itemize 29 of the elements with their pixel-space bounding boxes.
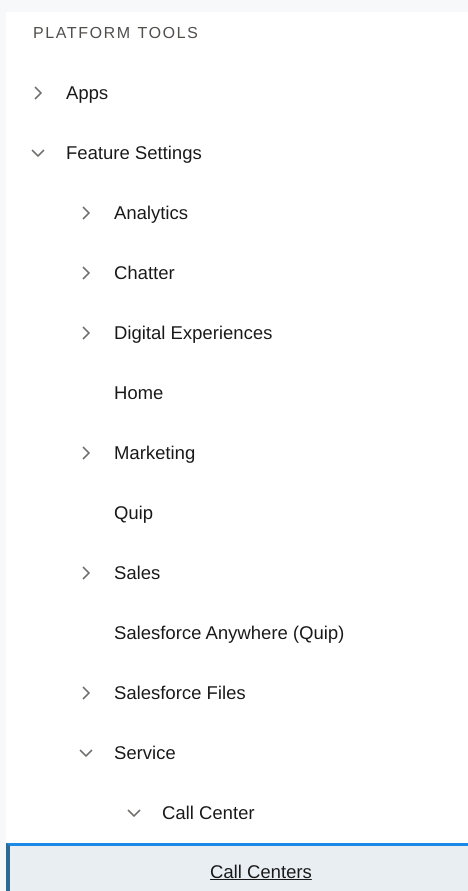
tree-item-label[interactable]: Apps	[66, 82, 108, 104]
tree-item-label[interactable]: Salesforce Files	[114, 682, 246, 704]
tree-item-label[interactable]: Call Center	[162, 802, 255, 824]
tree-row[interactable]: Service	[6, 723, 468, 783]
tree-row[interactable]: Sales	[6, 543, 468, 603]
section-heading: PLATFORM TOOLS	[33, 24, 200, 42]
tree-item-label[interactable]: Analytics	[114, 202, 188, 224]
tree-row[interactable]: Salesforce Files	[6, 663, 468, 723]
tree-item-label[interactable]: Quip	[114, 502, 154, 524]
tree-row[interactable]: Salesforce Anywhere (Quip)	[6, 603, 468, 663]
tree-item-label[interactable]: Feature Settings	[66, 142, 202, 164]
tree-item-label[interactable]: Salesforce Anywhere (Quip)	[114, 622, 344, 644]
tree-row[interactable]: Analytics	[6, 183, 468, 243]
tree-row[interactable]: Marketing	[6, 423, 468, 483]
tree-row[interactable]: Call Center	[6, 783, 468, 843]
selected-row[interactable]: Call Centers	[6, 843, 468, 891]
tree-row[interactable]: Apps	[6, 63, 468, 123]
tree-item-label[interactable]: Service	[114, 742, 176, 764]
tree-row[interactable]: Quip	[6, 483, 468, 543]
tree-item-label[interactable]: Marketing	[114, 442, 196, 464]
tree-item-label[interactable]: Call Centers	[210, 861, 312, 883]
tree-item-label[interactable]: Sales	[114, 562, 160, 584]
tree-row[interactable]: Home	[6, 363, 468, 423]
tree-row[interactable]: Feature Settings	[6, 123, 468, 183]
tree-row[interactable]: Chatter	[6, 243, 468, 303]
tree-row[interactable]: Digital Experiences	[6, 303, 468, 363]
tree-item-label[interactable]: Digital Experiences	[114, 322, 272, 344]
tree-item-label[interactable]: Chatter	[114, 262, 175, 284]
tree-item-label[interactable]: Home	[114, 382, 164, 404]
